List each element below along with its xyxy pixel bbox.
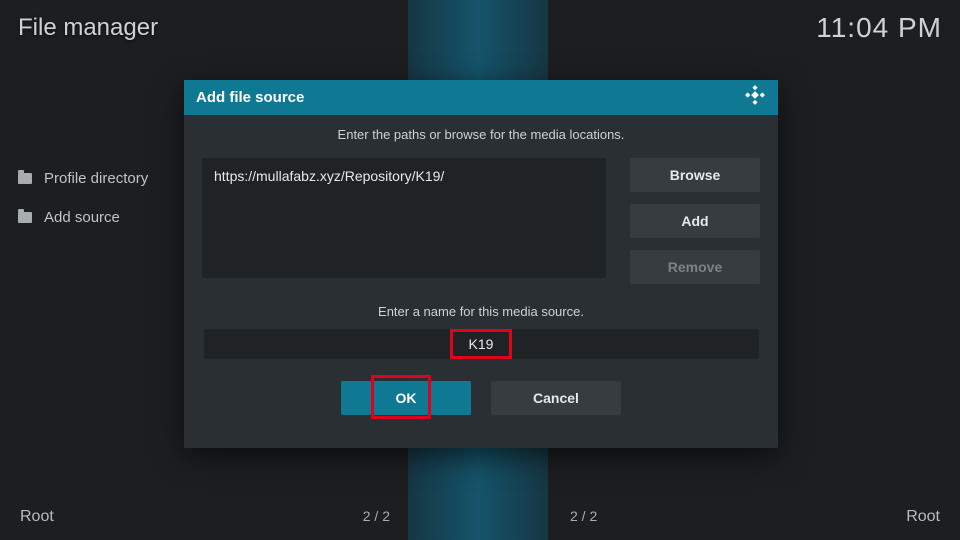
ok-button[interactable]: OK xyxy=(341,381,471,415)
sidebar-item-add-source[interactable]: Add source xyxy=(18,209,148,226)
remove-button: Remove xyxy=(630,250,760,284)
add-file-source-dialog: Add file source Enter the paths or brows… xyxy=(184,80,778,448)
page-title: File manager xyxy=(18,14,158,42)
path-input[interactable]: https://mullafabz.xyz/Repository/K19/ xyxy=(202,158,606,278)
cancel-button[interactable]: Cancel xyxy=(491,381,621,415)
browse-button[interactable]: Browse xyxy=(630,158,760,192)
ok-label: OK xyxy=(396,390,417,406)
sidebar: Profile directory Add source xyxy=(18,170,148,248)
add-button[interactable]: Add xyxy=(630,204,760,238)
clock: 11:04 PM xyxy=(816,12,942,44)
footer-left-count: 2 / 2 xyxy=(363,508,390,524)
folder-icon xyxy=(18,212,32,223)
sidebar-item-profile-directory[interactable]: Profile directory xyxy=(18,170,148,187)
footer-right-root: Root xyxy=(906,508,940,526)
path-instruction: Enter the paths or browse for the media … xyxy=(202,127,760,142)
path-value: https://mullafabz.xyz/Repository/K19/ xyxy=(214,168,444,184)
source-name-input[interactable]: K19 xyxy=(204,329,759,359)
dialog-body: Enter the paths or browse for the media … xyxy=(184,115,778,433)
kodi-logo-icon xyxy=(744,84,766,111)
folder-icon xyxy=(18,173,32,184)
sidebar-item-label: Profile directory xyxy=(44,170,148,187)
dialog-header: Add file source xyxy=(184,80,778,115)
header-bar: File manager 11:04 PM xyxy=(18,12,942,44)
name-instruction: Enter a name for this media source. xyxy=(202,304,760,319)
dialog-title: Add file source xyxy=(196,89,304,106)
sidebar-item-label: Add source xyxy=(44,209,120,226)
source-name-value: K19 xyxy=(469,336,494,352)
footer-right-count: 2 / 2 xyxy=(570,508,597,524)
source-name-highlight: K19 xyxy=(450,329,513,359)
footer-bar: Root 2 / 2 2 / 2 Root xyxy=(20,508,940,526)
footer-left-root: Root xyxy=(20,508,54,526)
